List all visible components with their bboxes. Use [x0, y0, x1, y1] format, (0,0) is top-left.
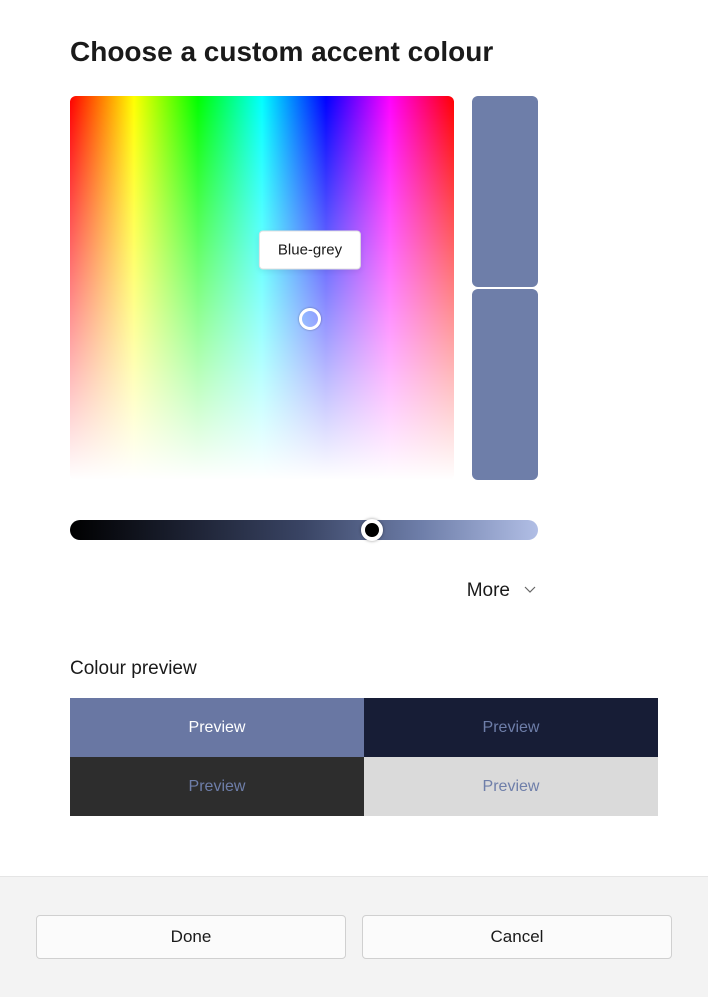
preview-cell-accent-dark: Preview — [364, 698, 658, 757]
color-spectrum[interactable]: Blue-grey — [70, 96, 454, 480]
preview-cell-accent-light: Preview — [70, 698, 364, 757]
value-slider-handle[interactable] — [361, 519, 383, 541]
color-swatch-column — [472, 96, 538, 480]
dialog-footer: Done Cancel — [0, 876, 708, 997]
color-tooltip: Blue-grey — [259, 230, 361, 269]
preview-cell-dark-bg: Preview — [70, 757, 364, 816]
color-swatch-current — [472, 289, 538, 480]
preview-grid: Preview Preview Preview Preview — [70, 698, 658, 816]
more-toggle[interactable]: More — [70, 580, 538, 602]
preview-section-label: Colour preview — [70, 658, 672, 680]
cancel-button[interactable]: Cancel — [362, 915, 672, 959]
done-button[interactable]: Done — [36, 915, 346, 959]
spectrum-cursor[interactable] — [299, 308, 321, 330]
preview-cell-light-bg: Preview — [364, 757, 658, 816]
more-label: More — [467, 580, 510, 602]
color-swatch-previous — [472, 96, 538, 287]
dialog-title: Choose a custom accent colour — [70, 36, 672, 68]
chevron-down-icon — [522, 581, 538, 602]
value-slider[interactable] — [70, 520, 538, 540]
